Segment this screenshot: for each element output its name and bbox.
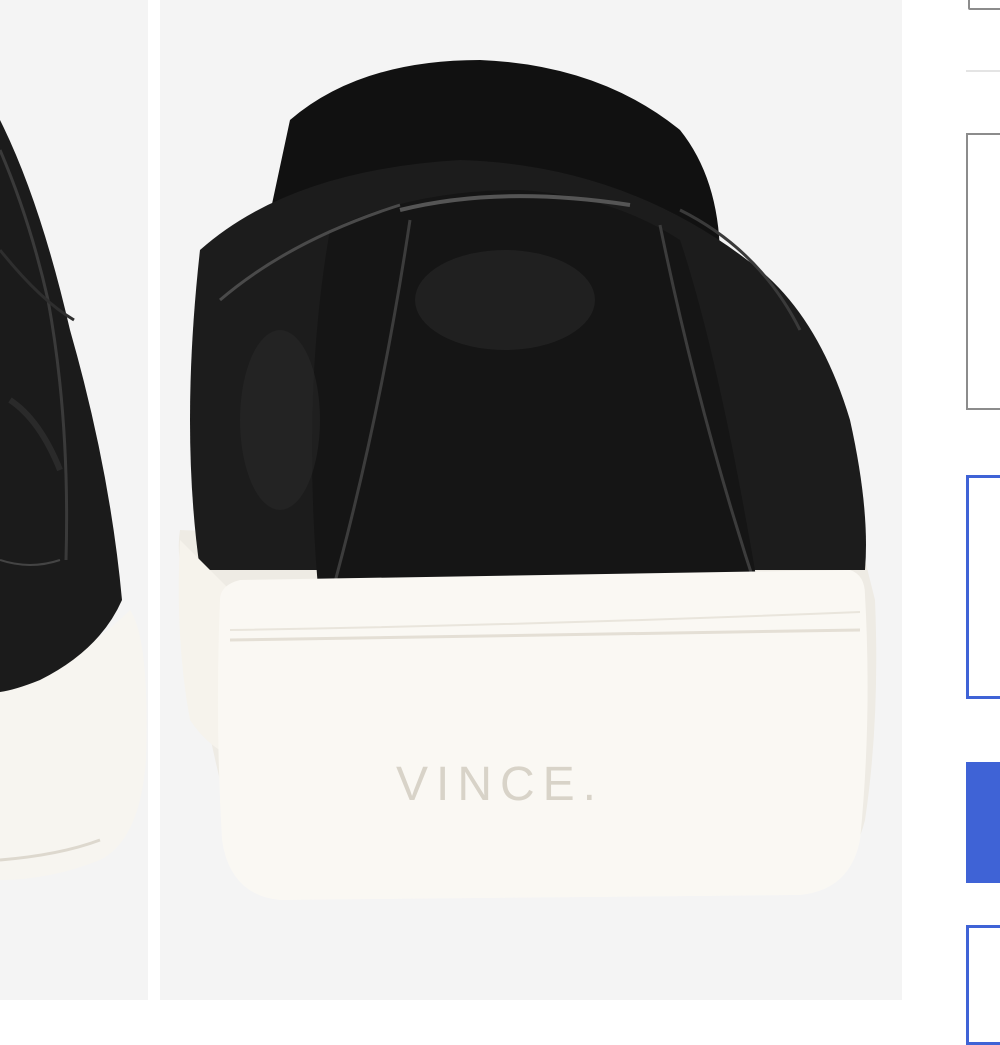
secondary-action-box[interactable] [966, 925, 1000, 1045]
option-box-partial[interactable] [968, 0, 1000, 10]
product-image-main[interactable]: VINCE. [160, 0, 902, 1000]
option-swatch-box[interactable] [966, 133, 1000, 410]
shoe-heel-illustration: VINCE. [160, 0, 902, 1000]
brand-logo-text: VINCE. [396, 758, 604, 811]
shoe-side-illustration [0, 0, 148, 1000]
product-image-thumbnail-left[interactable] [0, 0, 148, 1000]
product-options-sidebar [902, 0, 1000, 1045]
divider [966, 70, 1000, 72]
primary-action-button[interactable] [966, 762, 1000, 883]
option-selected-box[interactable] [966, 475, 1000, 699]
